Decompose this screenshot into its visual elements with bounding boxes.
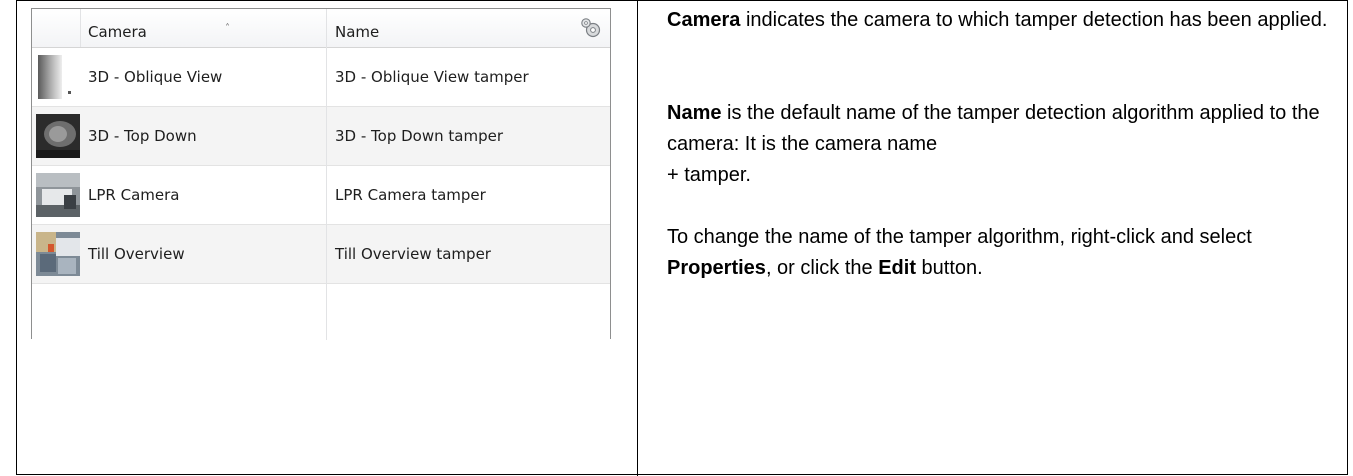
properties-term: Properties	[667, 257, 766, 279]
camera-cell: 3D - Top Down	[88, 127, 197, 145]
table-row[interactable]: 3D - Oblique View 3D - Oblique View tamp…	[32, 48, 610, 107]
camera-cell: 3D - Oblique View	[88, 68, 223, 86]
camera-thumbnail	[36, 232, 80, 276]
edit-term: Edit	[878, 257, 916, 279]
camera-cell: Till Overview	[88, 245, 185, 263]
camera-tamper-grid: ˄ Camera Name 3D - Oblique View 3D - Obl…	[31, 8, 611, 340]
name-cell: 3D - Top Down tamper	[335, 127, 503, 145]
column-header-camera[interactable]: ˄ Camera	[88, 23, 324, 41]
name-explanation: is the default name of the tamper detect…	[667, 102, 1320, 155]
instruction-text: To change the name of the tamper algorit…	[667, 226, 1252, 248]
name-cell: LPR Camera tamper	[335, 186, 486, 204]
camera-cell: LPR Camera	[88, 186, 180, 204]
header-separator	[80, 9, 81, 47]
gear-icon[interactable]	[578, 16, 602, 40]
empty-grid-area	[32, 284, 610, 340]
instruction-text: button.	[915, 257, 983, 279]
name-explanation-suffix: + tamper.	[667, 164, 751, 186]
grid-header: ˄ Camera Name	[32, 9, 610, 48]
camera-thumbnail	[38, 55, 80, 99]
name-term: Name	[667, 102, 722, 124]
camera-explanation: indicates the camera to which tamper det…	[740, 9, 1328, 31]
change-name-instructions: To change the name of the tamper algorit…	[667, 222, 1347, 284]
column-header-name-label: Name	[335, 23, 380, 41]
camera-thumbnail	[36, 114, 80, 158]
column-separator	[326, 47, 327, 340]
camera-description: Camera indicates the camera to which tam…	[667, 5, 1347, 36]
name-cell: 3D - Oblique View tamper	[335, 68, 529, 86]
name-description: Name is the default name of the tamper d…	[667, 98, 1347, 160]
description-text: Camera indicates the camera to which tam…	[667, 5, 1347, 284]
header-separator	[326, 9, 327, 47]
camera-term: Camera	[667, 9, 741, 31]
column-header-name[interactable]: Name	[335, 23, 379, 41]
table-row[interactable]: LPR Camera LPR Camera tamper	[32, 166, 610, 225]
name-cell: Till Overview tamper	[335, 245, 491, 263]
table-column-divider	[637, 1, 638, 476]
table-row[interactable]: 3D - Top Down 3D - Top Down tamper	[32, 107, 610, 166]
instruction-text: , or click the	[765, 257, 879, 279]
camera-thumbnail	[36, 173, 80, 217]
sort-ascending-icon: ˄	[225, 23, 230, 34]
table-row[interactable]: Till Overview Till Overview tamper	[32, 225, 610, 284]
column-header-camera-label: Camera	[88, 23, 147, 41]
document-table: ˄ Camera Name 3D - Oblique View 3D - Obl…	[16, 0, 1348, 476]
